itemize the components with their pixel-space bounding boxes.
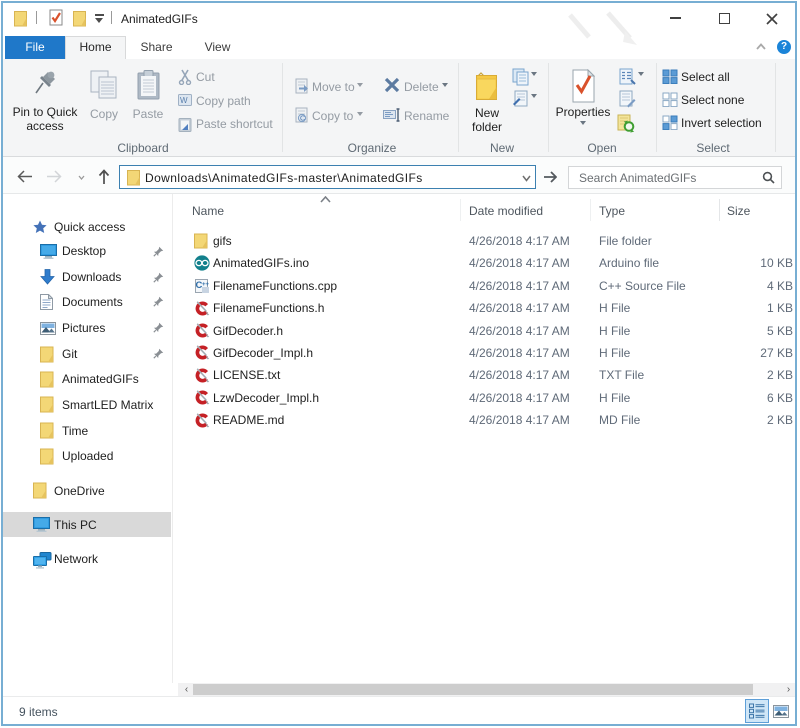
svg-text:++: ++ xyxy=(202,282,209,288)
svg-text:C: C xyxy=(300,116,305,123)
svg-text:W: W xyxy=(180,96,188,105)
